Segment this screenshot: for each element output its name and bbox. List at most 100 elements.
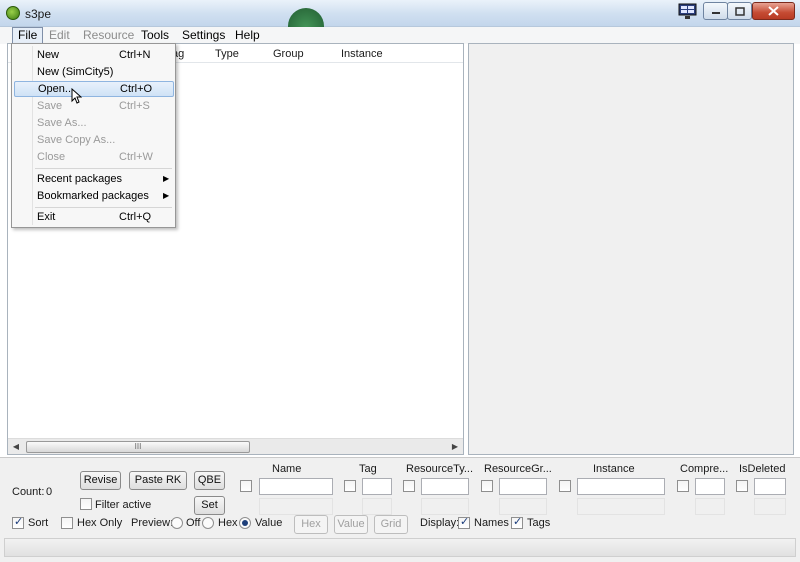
horizontal-scrollbar[interactable]: ◀ III ▶ <box>8 438 463 454</box>
hex-button[interactable]: Hex <box>294 515 328 534</box>
menu-item-shortcut: Ctrl+N <box>119 49 151 61</box>
preview-hex-radio[interactable] <box>202 517 214 529</box>
maximize-icon <box>734 6 745 16</box>
menu-resource[interactable]: Resource <box>78 27 139 44</box>
column-header-group[interactable]: Group <box>273 48 304 60</box>
file-menu-dropdown: New Ctrl+N New (SimCity5) Open... Ctrl+O… <box>11 43 176 228</box>
menu-settings[interactable]: Settings <box>177 27 230 44</box>
menu-item-save-copy-as[interactable]: Save Copy As... <box>14 132 174 148</box>
menu-item-save-as[interactable]: Save As... <box>14 115 174 131</box>
filter-resource-group-mask <box>499 498 547 515</box>
menu-item-label: New <box>37 49 60 61</box>
value-button[interactable]: Value <box>334 515 368 534</box>
filter-resource-type-checkbox[interactable] <box>403 480 415 492</box>
menu-item-label: Close <box>37 151 66 163</box>
filter-active-checkbox[interactable] <box>80 498 92 510</box>
filter-instance-input[interactable] <box>577 478 665 495</box>
preview-pane <box>468 43 794 455</box>
filter-active-label: Filter active <box>95 499 152 511</box>
menu-item-new-simcity5[interactable]: New (SimCity5) <box>14 64 174 80</box>
column-header-instance[interactable]: Instance <box>341 48 383 60</box>
window-title: s3pe <box>25 7 52 21</box>
paste-rk-button[interactable]: Paste RK <box>129 471 187 490</box>
filter-header-resource-type: ResourceTy... <box>406 463 474 475</box>
menu-item-shortcut: Ctrl+S <box>119 100 150 112</box>
app-icon <box>6 6 20 20</box>
menu-item-label: Exit <box>37 211 56 223</box>
grid-button[interactable]: Grid <box>374 515 408 534</box>
mouse-pointer-icon <box>71 88 82 104</box>
display-names-checkbox[interactable] <box>458 515 470 529</box>
menu-item-new[interactable]: New Ctrl+N <box>14 47 174 63</box>
filter-header-resource-group: ResourceGr... <box>484 463 552 475</box>
maximize-button[interactable] <box>727 2 752 20</box>
filter-instance-mask <box>577 498 665 515</box>
filter-header-name: Name <box>272 463 302 475</box>
filter-resource-group-checkbox[interactable] <box>481 480 493 492</box>
menu-item-exit[interactable]: Exit Ctrl+Q <box>14 209 174 225</box>
hex-only-checkbox[interactable] <box>61 517 73 529</box>
menu-item-label: Save <box>37 100 63 112</box>
menu-bar: File Edit Resource Tools Settings Help <box>0 27 800 44</box>
menu-item-shortcut: Ctrl+Q <box>119 211 152 223</box>
filter-resource-group-input[interactable] <box>499 478 547 495</box>
submenu-arrow-icon: ▶ <box>163 191 170 200</box>
filter-compressed-checkbox[interactable] <box>677 480 689 492</box>
filter-tag-mask <box>362 498 392 515</box>
preview-value-radio[interactable] <box>239 517 251 529</box>
filter-resource-type-mask <box>421 498 469 515</box>
filter-isdeleted-checkbox[interactable] <box>736 480 748 492</box>
scrollbar-thumb[interactable]: III <box>26 441 250 453</box>
close-button[interactable] <box>752 2 795 20</box>
status-bar <box>4 538 796 557</box>
filter-header-compressed: Compre... <box>680 463 729 475</box>
set-button[interactable]: Set <box>194 496 225 515</box>
revise-button[interactable]: Revise <box>80 471 121 490</box>
menu-item-close[interactable]: Close Ctrl+W <box>14 149 174 165</box>
menu-item-label: Open... <box>38 83 75 95</box>
menu-item-open[interactable]: Open... Ctrl+O <box>14 81 174 97</box>
filter-isdeleted-mask <box>754 498 786 515</box>
network-monitor-icon[interactable] <box>678 3 697 20</box>
title-bar: s3pe <box>0 0 800 28</box>
menu-item-label: New (SimCity5) <box>37 66 114 78</box>
filter-isdeleted-input[interactable] <box>754 478 786 495</box>
scroll-left-icon[interactable]: ◀ <box>8 439 24 455</box>
scroll-right-icon[interactable]: ▶ <box>447 439 463 455</box>
filter-name-checkbox[interactable] <box>240 480 252 492</box>
filter-tag-checkbox[interactable] <box>344 480 356 492</box>
display-tags-checkbox[interactable] <box>511 515 523 529</box>
menu-item-label: Save As... <box>37 117 87 129</box>
preview-off-radio[interactable] <box>171 517 183 529</box>
background-globe-icon <box>288 8 324 28</box>
menu-item-label: Recent packages <box>37 173 122 185</box>
filter-name-mask <box>259 498 333 515</box>
preview-label: Preview: <box>131 517 174 529</box>
filter-compressed-input[interactable] <box>695 478 725 495</box>
menu-edit[interactable]: Edit <box>44 27 75 44</box>
filter-header-isdeleted: IsDeleted <box>739 463 786 475</box>
minimize-button[interactable] <box>703 2 728 20</box>
preview-hex-label: Hex <box>218 517 238 529</box>
menu-item-bookmarked-packages[interactable]: Bookmarked packages ▶ <box>14 188 174 204</box>
menu-tools[interactable]: Tools <box>136 27 174 44</box>
column-header-type[interactable]: Type <box>215 48 239 60</box>
close-icon <box>768 6 779 16</box>
sort-checkbox[interactable] <box>12 515 24 529</box>
count-label: Count: <box>12 486 45 498</box>
filter-header-instance: Instance <box>593 463 635 475</box>
filter-name-input[interactable] <box>259 478 333 495</box>
menu-item-recent-packages[interactable]: Recent packages ▶ <box>14 171 174 187</box>
menu-item-save[interactable]: Save Ctrl+S <box>14 98 174 114</box>
count-value: 0 <box>46 486 53 498</box>
filter-instance-checkbox[interactable] <box>559 480 571 492</box>
menu-file[interactable]: File <box>12 27 44 44</box>
submenu-arrow-icon: ▶ <box>163 174 170 183</box>
menu-separator <box>35 207 172 208</box>
filter-tag-input[interactable] <box>362 478 392 495</box>
preview-off-label: Off <box>186 517 201 529</box>
menu-help[interactable]: Help <box>230 27 265 44</box>
qbe-button[interactable]: QBE <box>194 471 225 490</box>
menu-item-label: Save Copy As... <box>37 134 116 146</box>
filter-resource-type-input[interactable] <box>421 478 469 495</box>
